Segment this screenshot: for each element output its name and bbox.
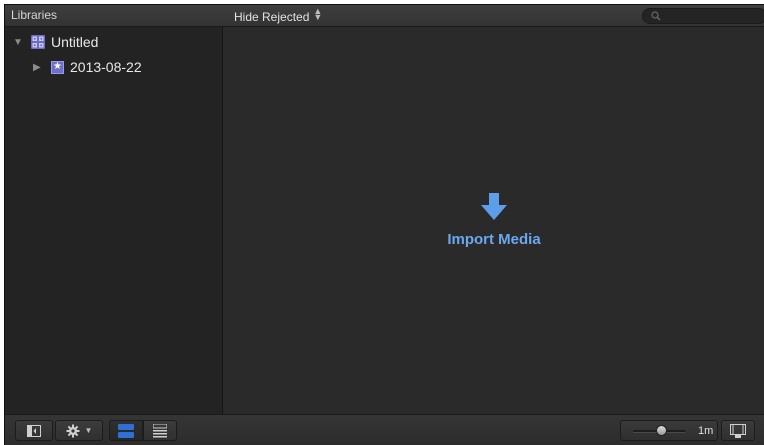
filmstrip-view-icon [118,423,134,438]
zoom-duration-label: 1m [698,425,714,437]
clip-filter-label: Hide Rejected [234,10,310,24]
event-star-icon: ★ [51,60,64,74]
action-menu-button[interactable]: ▼ [55,420,103,441]
sidebar-toggle-icon [27,424,41,437]
event-name: 2013-08-22 [70,59,142,75]
disclosure-expanded-icon[interactable]: ▼ [13,37,25,48]
header-bar: Libraries Hide Rejected ▲ ▼ [5,5,764,27]
clip-zoom-control: 1m [620,420,718,441]
import-media-label: Import Media [447,231,541,248]
library-name: Untitled [51,34,99,50]
app-window: Libraries Hide Rejected ▲ ▼ ▼ Untitled ▶… [4,4,764,445]
gear-icon [66,424,80,437]
search-field[interactable] [642,8,764,24]
libraries-sidebar: ▼ Untitled ▶ ★ 2013-08-22 [5,27,223,414]
search-input[interactable] [663,9,758,23]
clip-filter-menu[interactable]: Hide Rejected ▲ ▼ [234,6,323,25]
browser-area: Import Media [223,27,764,414]
library-icon [31,35,45,49]
search-icon [651,11,661,21]
down-arrow-icon [481,193,507,220]
updown-chevron-icon: ▲ ▼ [313,6,323,22]
event-item-2013-08-22[interactable]: ▶ ★ 2013-08-22 [33,57,142,77]
clip-appearance-button[interactable] [721,420,755,441]
import-media-button[interactable]: Import Media [223,192,764,248]
chevron-down-icon: ▼ [84,426,93,435]
libraries-header-label: Libraries [11,8,58,22]
library-item-untitled[interactable]: ▼ Untitled [13,32,98,52]
list-view-button[interactable] [143,420,177,441]
clip-appearance-icon [730,423,746,438]
disclosure-collapsed-icon[interactable]: ▶ [33,62,45,73]
sidebar-toggle-button[interactable] [15,420,53,441]
filmstrip-view-button[interactable] [109,420,143,441]
zoom-slider-thumb[interactable] [656,425,668,436]
list-view-icon [153,423,167,437]
bottom-toolbar: ▼ 1m [5,414,764,445]
